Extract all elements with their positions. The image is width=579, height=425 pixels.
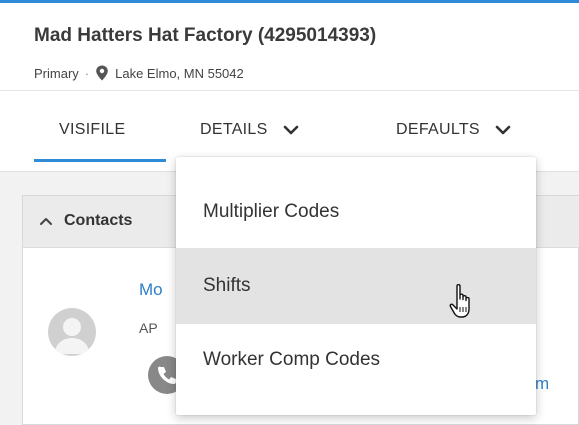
tab-details-label: DETAILS	[200, 121, 268, 138]
menu-item-worker-comp-codes[interactable]: Worker Comp Codes	[176, 322, 536, 398]
meta-separator: ·	[84, 65, 90, 81]
tab-visifile-label: VISIFILE	[59, 121, 126, 138]
contacts-title: Contacts	[64, 212, 133, 229]
contact-name-link[interactable]: Mo	[139, 280, 163, 300]
menu-item-multiplier-codes[interactable]: Multiplier Codes	[176, 174, 536, 250]
menu-item-shifts[interactable]: Shifts	[176, 248, 536, 324]
tab-visifile[interactable]: VISIFILE	[59, 91, 125, 169]
account-header: Mad Hatters Hat Factory (4295014393) Pri…	[0, 3, 579, 89]
details-dropdown-menu: Multiplier Codes Shifts Worker Comp Code…	[176, 157, 536, 415]
contact-email-link[interactable]: m	[535, 374, 549, 394]
chevron-down-icon	[283, 125, 298, 135]
account-meta: Primary · Lake Elmo, MN 55042	[34, 65, 244, 81]
account-type: Primary	[34, 65, 79, 81]
hand-pointer-cursor	[449, 284, 470, 318]
caret-up-icon	[40, 218, 52, 225]
account-location: Lake Elmo, MN 55042	[115, 65, 244, 81]
tab-defaults-label: DEFAULTS	[396, 121, 480, 138]
avatar-icon	[48, 308, 96, 356]
contact-role: AP	[139, 320, 158, 336]
map-pin-icon	[96, 65, 108, 81]
chevron-down-icon	[495, 125, 511, 135]
active-tab-indicator	[34, 159, 166, 162]
company-name: Mad Hatters Hat Factory (4295014393)	[34, 25, 377, 46]
